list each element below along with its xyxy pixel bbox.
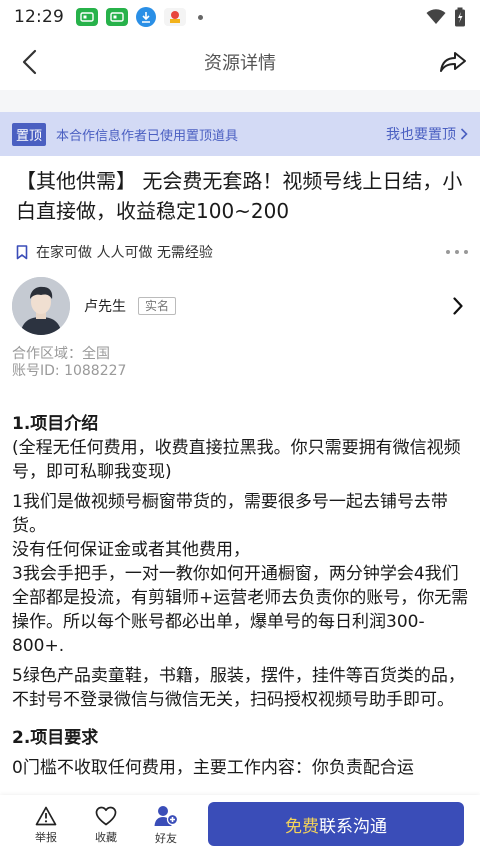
back-button[interactable] (14, 46, 46, 78)
pin-banner: 置顶 本合作信息作者已使用置顶道具 我也要置顶 (0, 112, 480, 156)
share-icon (440, 52, 466, 72)
post-tags: 在家可做 人人可做 无需经验 (36, 245, 213, 261)
post-meta: 合作区域：全国 账号ID: 1088227 (12, 346, 126, 380)
add-friend-icon (154, 805, 178, 826)
content-paragraph: 3我会手把手，一对一教你如何开通橱窗，两分钟学会4我们全部都是投流，有剪辑师+运… (12, 564, 469, 656)
section-gap (0, 90, 480, 112)
share-button[interactable] (436, 46, 470, 78)
status-bar: 12:29 (0, 0, 480, 34)
app-notification-icon (164, 8, 186, 26)
post-title: 【其他供需】 无会费无套路！视频号线上日结，小白直接做，收益稳定100~200 (16, 169, 463, 223)
pin-tag: 置顶 (12, 122, 47, 146)
content-paragraph: 没有任何保证金或者其他费用， (12, 540, 250, 560)
content-paragraph: 1我们是做视频号橱窗带货的，需要很多号一起去铺号去带货。 (12, 492, 448, 536)
page-title: 资源详情 (204, 53, 276, 74)
contact-button-free-label: 免费 (285, 816, 319, 837)
content-paragraph: 5绿色产品卖童鞋，书籍，服装，摆件，挂件等百货类的品，不封号不登录微信与微信无关… (12, 666, 465, 710)
pin-banner-text: 本合作信息作者已使用置顶道具 (56, 128, 239, 144)
pin-action-label: 我也要置顶 (386, 127, 456, 143)
account-id: 账号ID: 1088227 (12, 363, 127, 379)
pin-action-link[interactable]: 我也要置顶 (386, 124, 468, 144)
chevron-right-icon (448, 294, 468, 318)
add-friend-button[interactable]: 好友 (136, 805, 196, 846)
wifi-icon (426, 9, 446, 24)
warning-icon (35, 806, 57, 825)
status-time: 12:29 (14, 7, 64, 27)
bottom-action-bar: 举报 收藏 好友 免费 联系沟通 (0, 795, 480, 855)
section-heading: 2.项目要求 (12, 728, 99, 748)
chevron-left-icon (22, 49, 37, 75)
heart-icon (95, 806, 117, 825)
cooperation-area: 合作区域：全国 (12, 346, 110, 362)
status-notification-icons (76, 7, 203, 27)
friend-label: 好友 (155, 831, 177, 845)
post-content: 1.项目介绍 (全程无任何费用，收费直接拉黑我。你只需要拥有微信视频号，即可私聊… (12, 412, 472, 780)
favorite-button[interactable]: 收藏 (76, 806, 136, 845)
bookmark-icon (16, 244, 28, 259)
more-notifications-dot (198, 14, 203, 20)
section-heading: 1.项目介绍 (12, 414, 99, 434)
author-row[interactable]: 卢先生 实名 (12, 276, 468, 336)
app-notification-icon (106, 8, 128, 26)
report-button[interactable]: 举报 (16, 806, 76, 845)
contact-button[interactable]: 免费 联系沟通 (208, 802, 464, 846)
content-paragraph: 0门槛不收取任何费用，主要工作内容：你负责配合运 (12, 758, 414, 778)
app-notification-icon (76, 8, 98, 26)
content-paragraph: (全程无任何费用，收费直接拉黑我。你只需要拥有微信视频号，即可私聊我变现) (12, 438, 461, 482)
nav-bar: 资源详情 (0, 34, 480, 90)
chevron-right-icon (460, 128, 468, 140)
more-options-icon[interactable] (446, 250, 468, 254)
post-tags-row: 在家可做 人人可做 无需经验 (16, 240, 468, 264)
author-name: 卢先生 (84, 299, 126, 315)
avatar (12, 277, 70, 335)
download-icon (136, 7, 156, 27)
contact-button-label: 联系沟通 (319, 816, 387, 837)
favorite-label: 收藏 (95, 830, 117, 844)
status-system-icons (426, 7, 466, 27)
report-label: 举报 (35, 830, 57, 844)
battery-icon (455, 7, 465, 27)
verified-badge: 实名 (138, 297, 177, 315)
